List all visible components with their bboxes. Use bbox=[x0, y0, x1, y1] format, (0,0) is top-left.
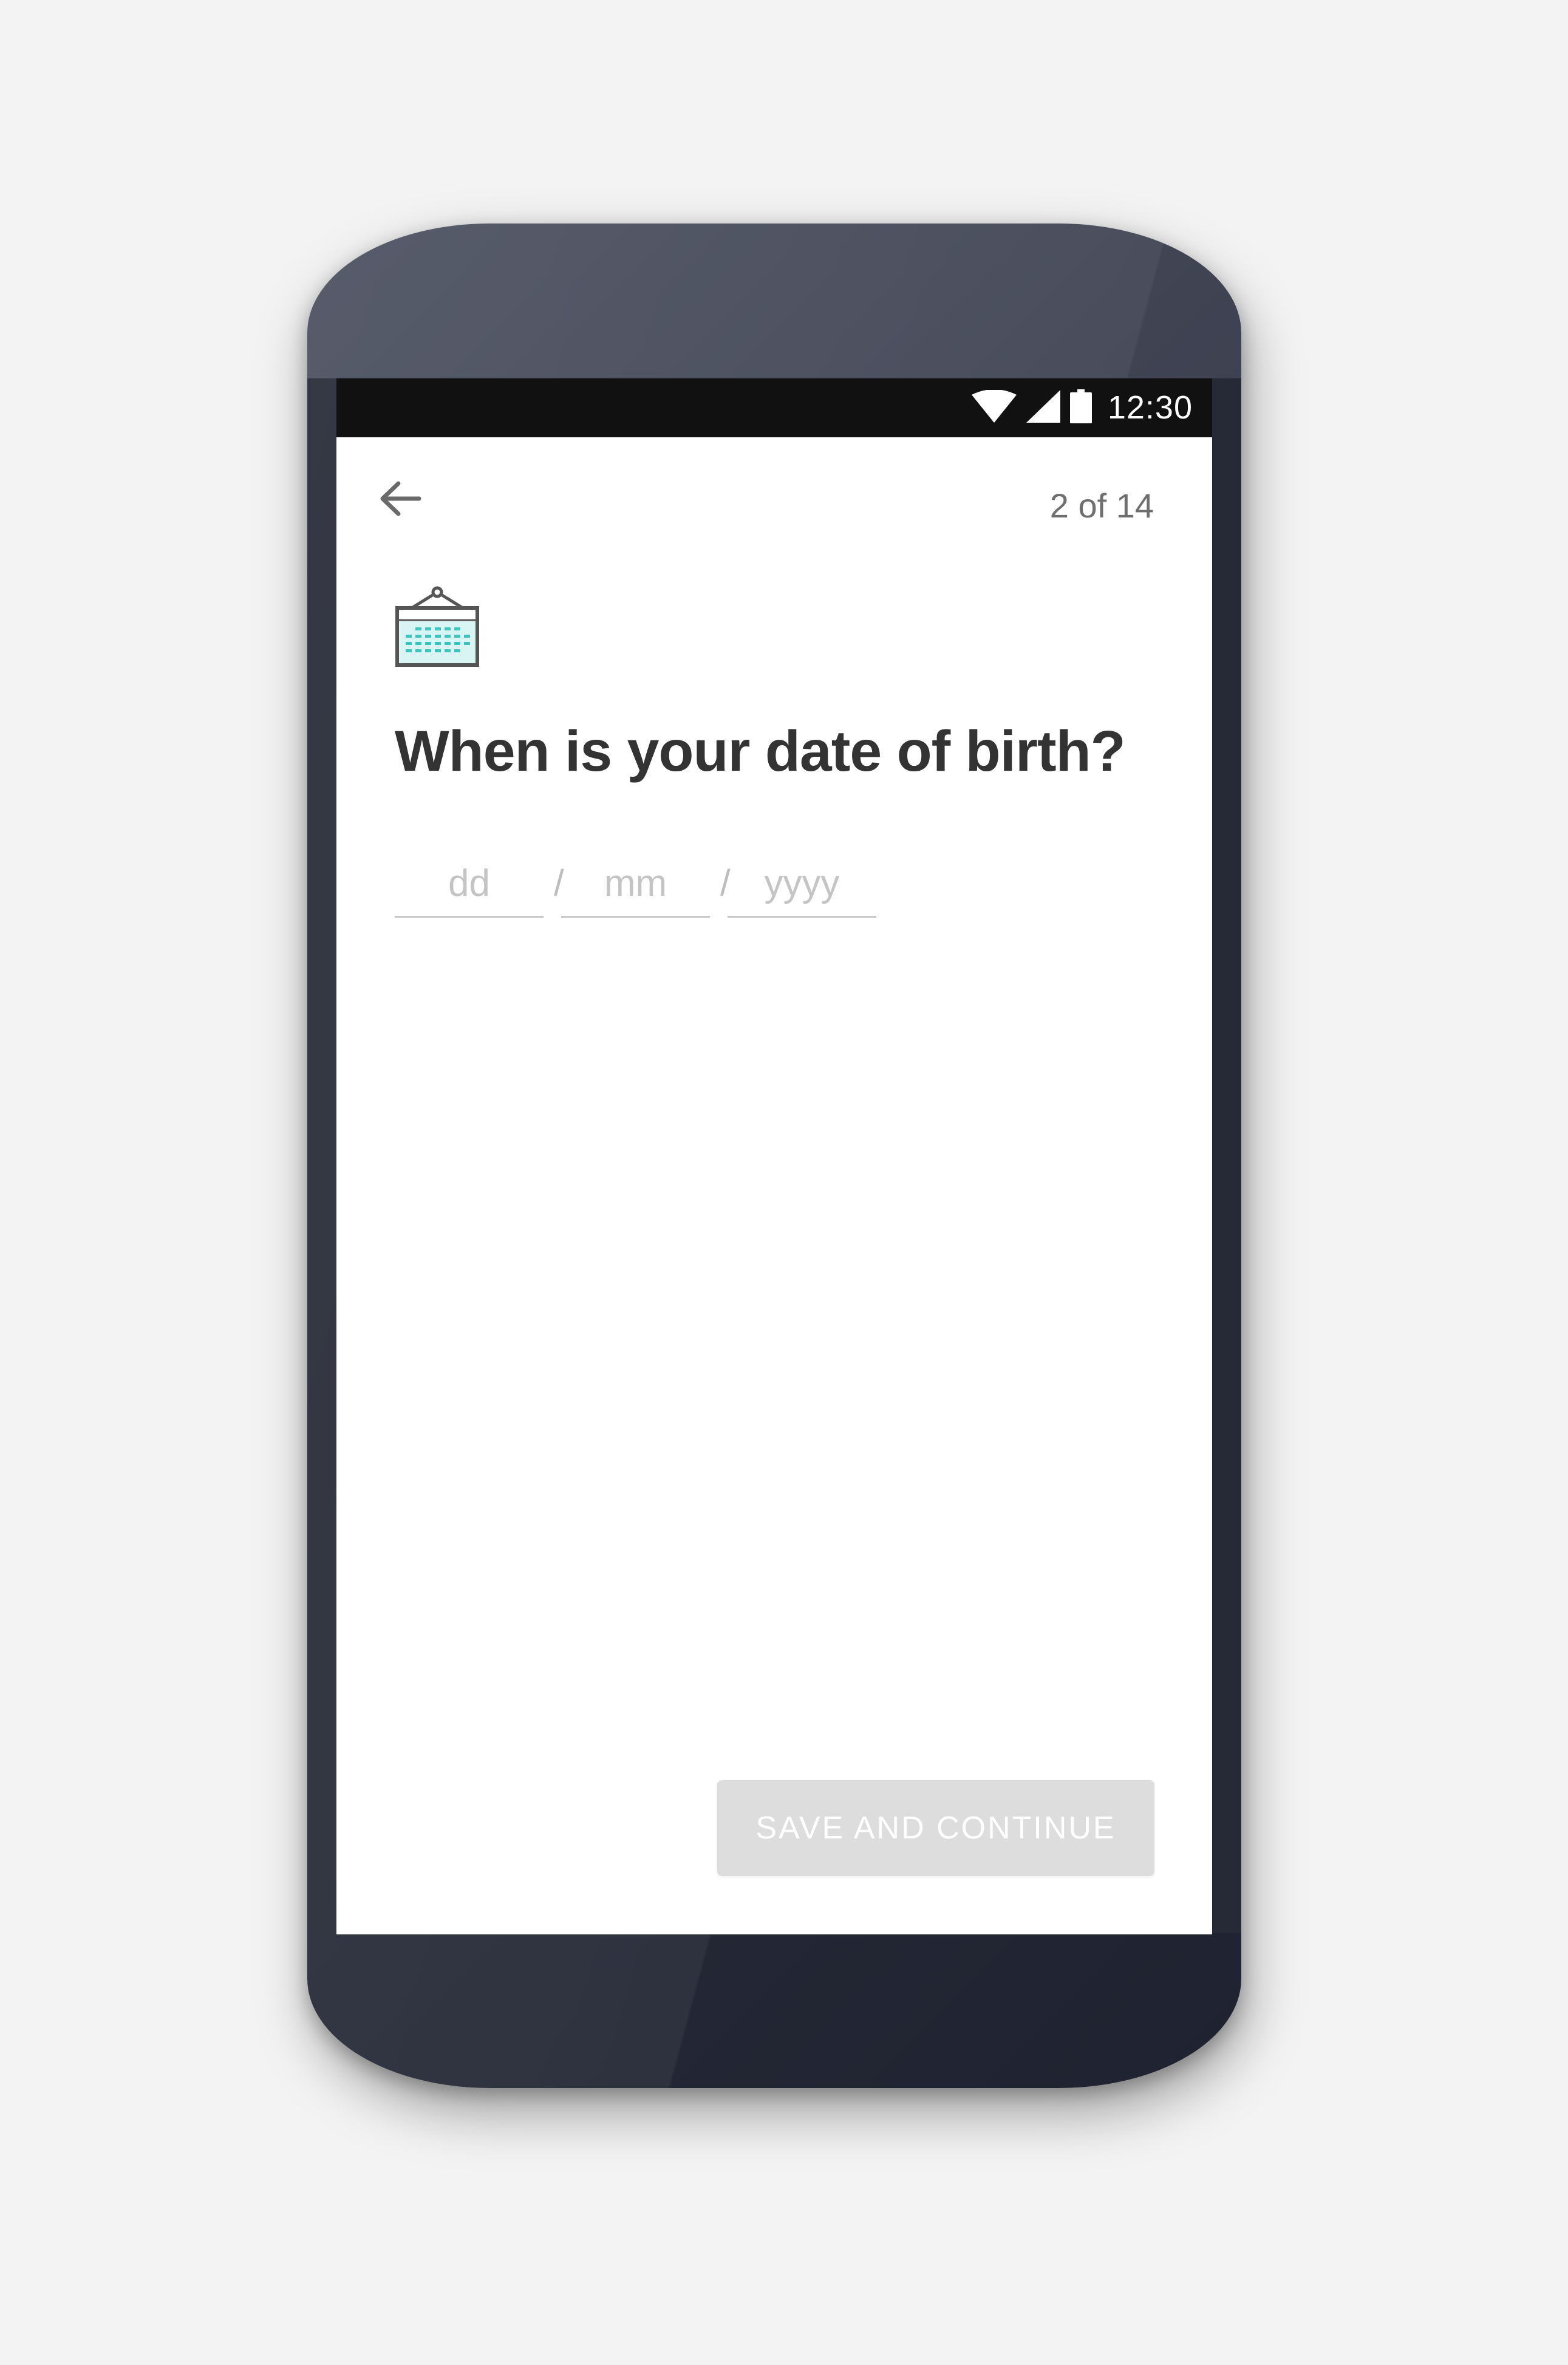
phone-left-bezel bbox=[307, 378, 336, 1933]
year-input[interactable] bbox=[728, 851, 876, 918]
phone-screen: 12:30 2 of 14 When is your date of birth… bbox=[336, 378, 1212, 1934]
status-bar: 12:30 bbox=[336, 378, 1212, 437]
day-input[interactable] bbox=[395, 851, 544, 918]
mockup-background: 12:30 2 of 14 When is your date of birth… bbox=[0, 0, 1568, 2365]
save-and-continue-button[interactable]: SAVE AND CONTINUE bbox=[717, 1780, 1154, 1876]
status-icons: 12:30 bbox=[962, 388, 1193, 427]
step-counter: 2 of 14 bbox=[1049, 486, 1154, 525]
phone-right-bezel bbox=[1212, 378, 1241, 1933]
status-time: 12:30 bbox=[1107, 389, 1193, 426]
calendar-icon bbox=[395, 586, 480, 667]
battery-icon bbox=[1069, 389, 1092, 426]
month-input[interactable] bbox=[561, 851, 710, 918]
wifi-icon bbox=[971, 389, 1017, 426]
cellular-signal-icon bbox=[1026, 389, 1060, 426]
back-button[interactable] bbox=[373, 471, 428, 526]
question-title: When is your date of birth? bbox=[395, 719, 1126, 783]
arrow-back-icon bbox=[380, 481, 421, 516]
app-bar: 2 of 14 bbox=[336, 437, 1212, 541]
